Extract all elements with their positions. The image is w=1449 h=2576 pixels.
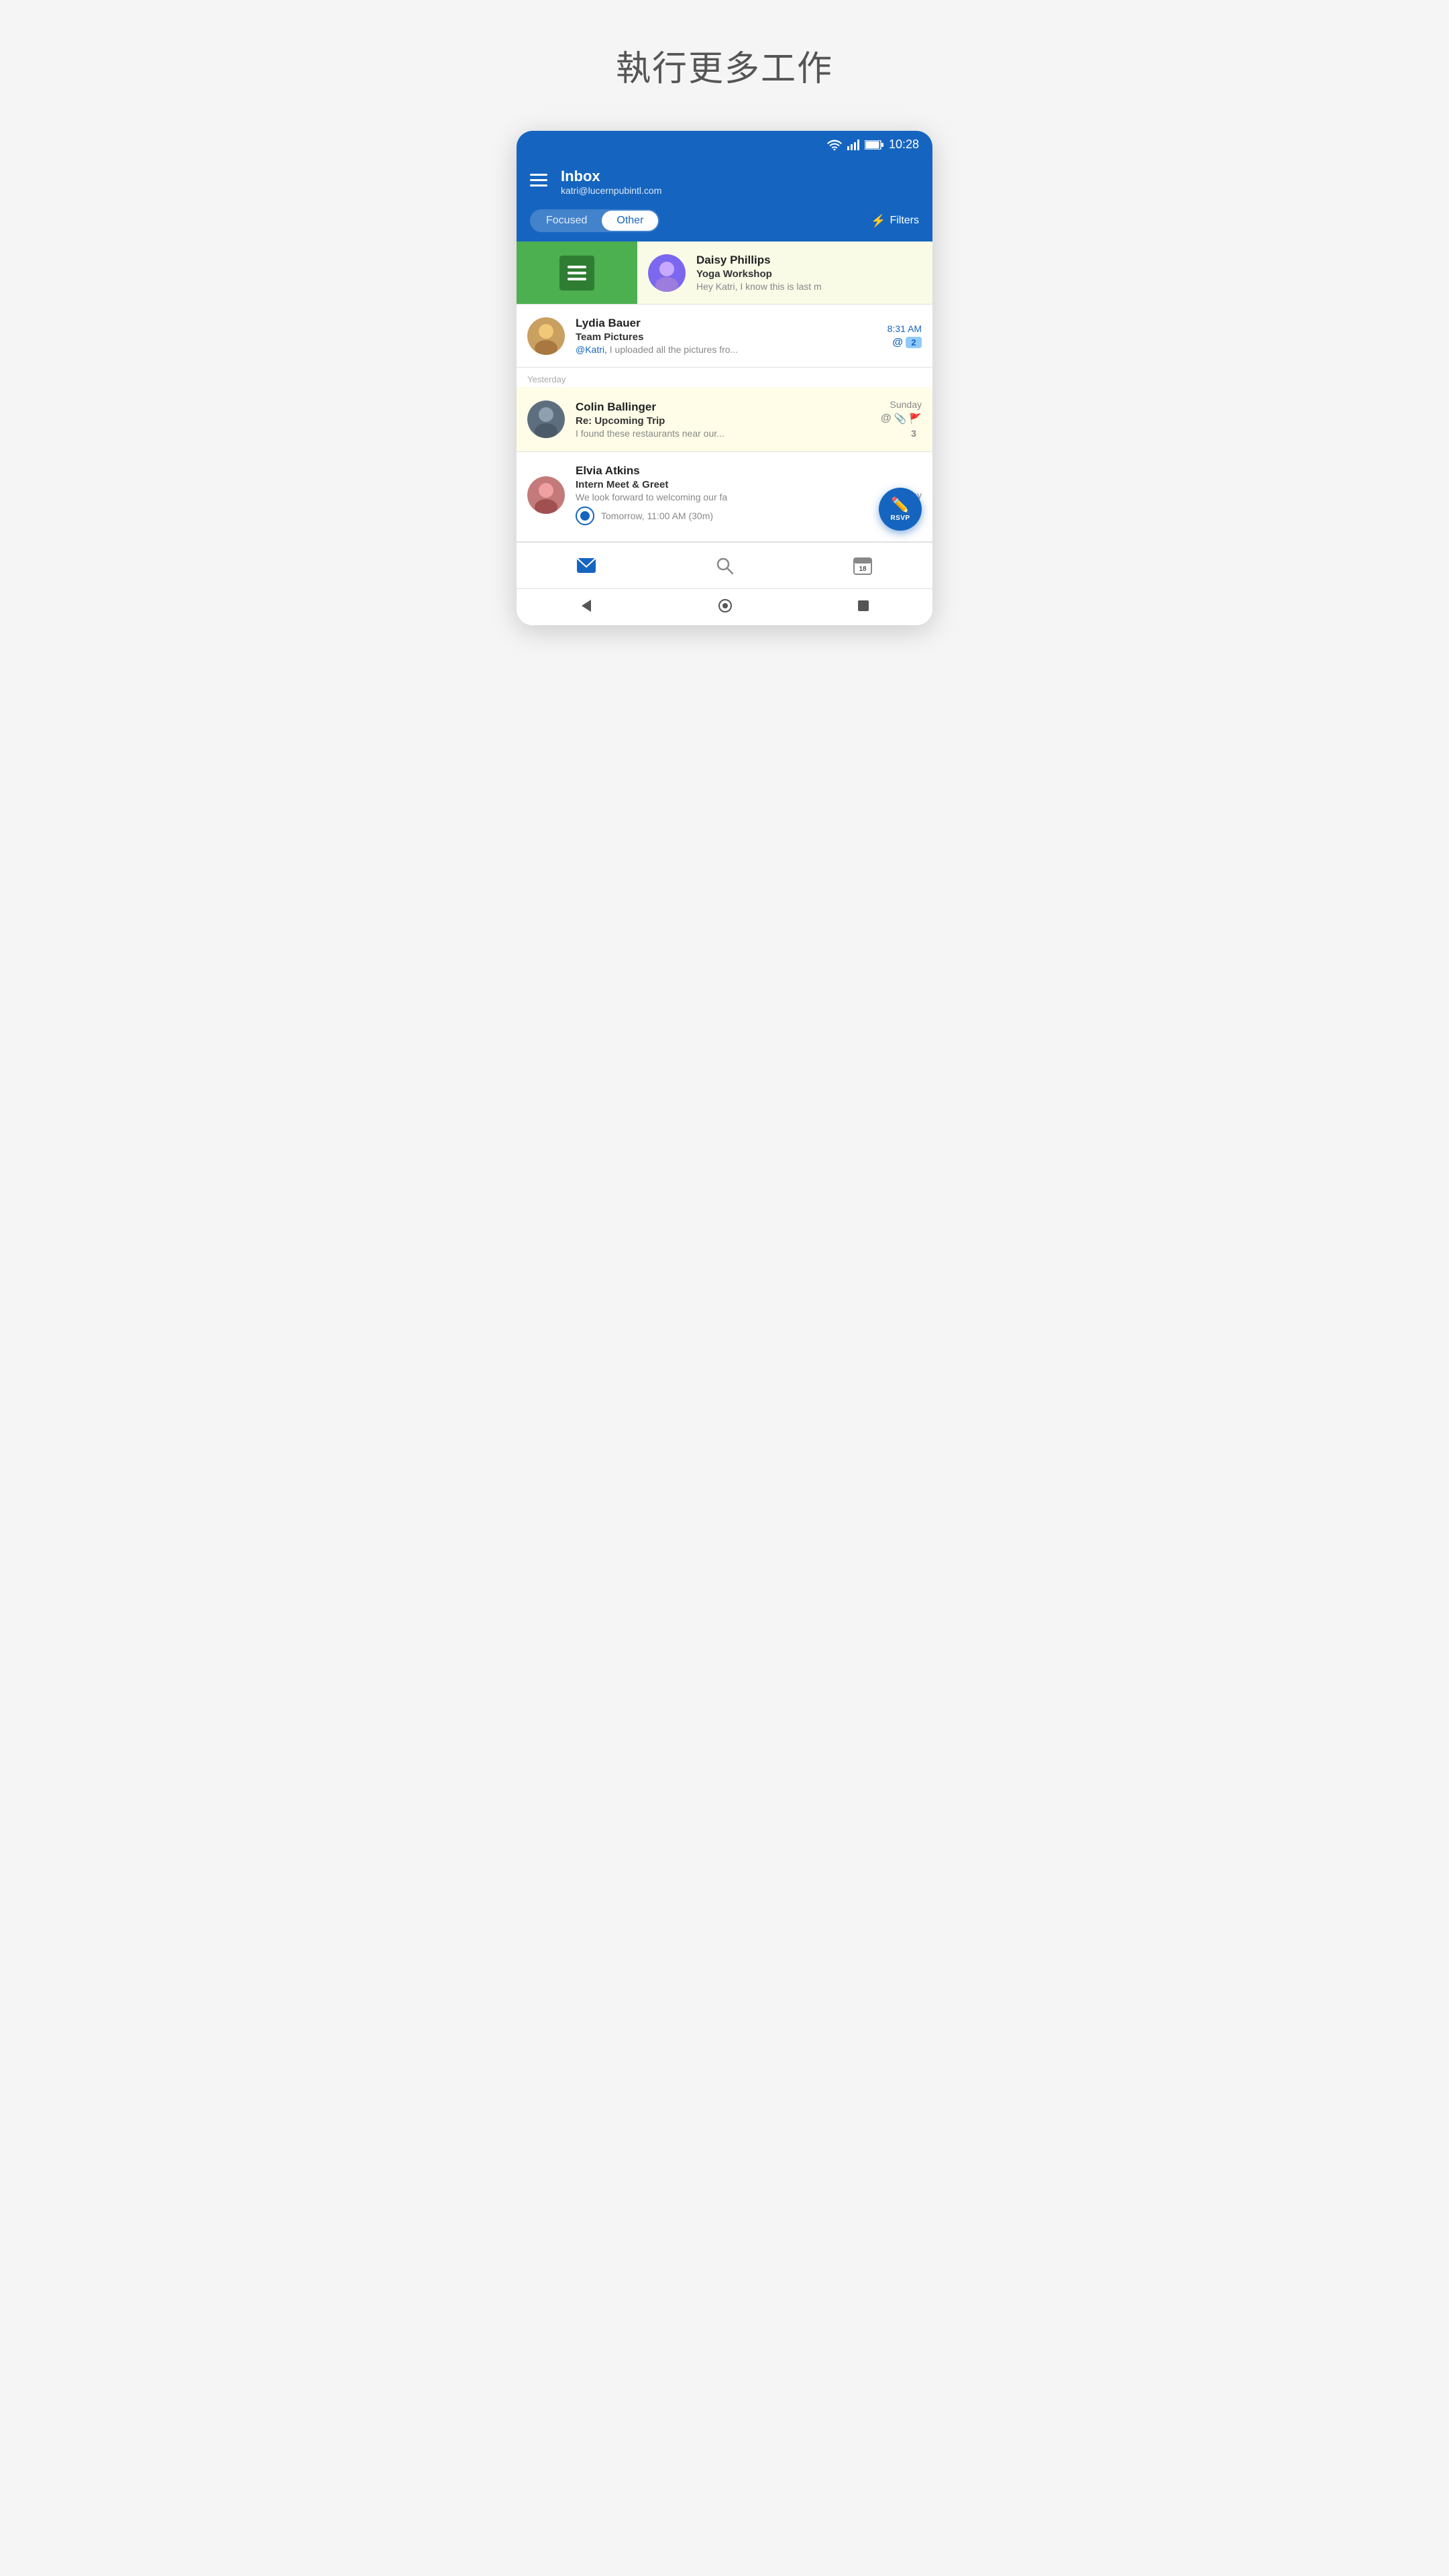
email-icons-lydia: @ 2 bbox=[892, 337, 922, 349]
filter-bolt-icon: ⚡ bbox=[871, 214, 885, 228]
hamburger-icon[interactable] bbox=[530, 174, 547, 190]
email-sender-daisy: Daisy Phillips bbox=[696, 254, 922, 267]
email-time-lydia: 8:31 AM bbox=[888, 323, 922, 334]
email-content-daisy: Daisy Phillips Yoga Workshop Hey Katri, … bbox=[637, 241, 932, 304]
count-badge-colin: 3 bbox=[906, 427, 922, 439]
email-item-lydia[interactable]: Lydia Bauer Team Pictures @Katri, I uplo… bbox=[517, 305, 932, 368]
email-subject-elvia: Intern Meet & Greet bbox=[576, 479, 879, 490]
calendar-event-icon bbox=[576, 506, 594, 525]
event-row-elvia: Tomorrow, 11:00 AM (30m) bbox=[576, 506, 879, 525]
at-icon-colin: @ bbox=[881, 413, 892, 425]
archive-icon bbox=[559, 256, 594, 290]
avatar-lydia bbox=[527, 317, 565, 355]
svg-text:18: 18 bbox=[859, 566, 867, 573]
email-item-daisy[interactable]: Daisy Phillips Yoga Workshop Hey Katri, … bbox=[517, 241, 932, 305]
avatar-daisy bbox=[648, 254, 686, 292]
email-item-colin[interactable]: Colin Ballinger Re: Upcoming Trip I foun… bbox=[517, 387, 932, 452]
pencil-icon: ✏️ bbox=[891, 496, 909, 514]
email-body-daisy: Daisy Phillips Yoga Workshop Hey Katri, … bbox=[696, 254, 922, 292]
email-sender-colin: Colin Ballinger bbox=[576, 400, 870, 414]
app-bar: Inbox katri@lucernpubintl.com bbox=[517, 158, 932, 203]
email-preview-colin: I found these restaurants near our... bbox=[576, 428, 870, 439]
email-preview-lydia: @Katri, I uploaded all the pictures fro.… bbox=[576, 344, 877, 355]
home-button[interactable] bbox=[718, 598, 733, 613]
status-bar: 10:28 bbox=[517, 131, 932, 158]
paperclip-icon-colin: 📎 bbox=[894, 413, 907, 425]
email-time-colin: Sunday bbox=[890, 399, 922, 410]
email-body-elvia: Elvia Atkins Intern Meet & Greet We look… bbox=[576, 464, 879, 525]
email-subject-lydia: Team Pictures bbox=[576, 331, 877, 343]
email-sender-lydia: Lydia Bauer bbox=[576, 317, 877, 330]
back-button[interactable] bbox=[579, 598, 594, 613]
flag-icon-colin: 🚩 bbox=[909, 413, 922, 425]
swipe-archive-action bbox=[517, 241, 637, 304]
system-nav bbox=[517, 588, 932, 625]
tab-other[interactable]: Other bbox=[602, 211, 658, 231]
inbox-title: Inbox bbox=[561, 168, 661, 185]
email-subject-colin: Re: Upcoming Trip bbox=[576, 415, 870, 427]
email-body-lydia: Lydia Bauer Team Pictures @Katri, I uplo… bbox=[576, 317, 877, 355]
status-time: 10:28 bbox=[889, 138, 919, 152]
inbox-email: katri@lucernpubintl.com bbox=[561, 185, 661, 196]
email-body-colin: Colin Ballinger Re: Upcoming Trip I foun… bbox=[576, 400, 870, 439]
tabs-group: Focused Other bbox=[530, 209, 659, 232]
event-time-elvia: Tomorrow, 11:00 AM (30m) bbox=[601, 511, 713, 521]
signal-icon bbox=[847, 140, 859, 150]
avatar-elvia bbox=[527, 476, 565, 514]
filters-label: Filters bbox=[890, 215, 919, 227]
rsvp-label: RSVP bbox=[890, 515, 910, 522]
email-item-elvia[interactable]: Elvia Atkins Intern Meet & Greet We look… bbox=[517, 452, 932, 542]
nav-search[interactable] bbox=[702, 553, 747, 578]
status-icons: 10:28 bbox=[827, 138, 919, 152]
mention-katri: @Katri, bbox=[576, 344, 607, 355]
battery-icon bbox=[865, 140, 883, 150]
bottom-nav: 18 bbox=[517, 542, 932, 588]
nav-calendar[interactable]: 18 bbox=[840, 552, 885, 579]
count-badge-lydia: 2 bbox=[906, 337, 922, 348]
rsvp-fab-button[interactable]: ✏️ RSVP bbox=[879, 488, 922, 531]
email-sender-elvia: Elvia Atkins bbox=[576, 464, 879, 478]
filters-button[interactable]: ⚡ Filters bbox=[871, 214, 919, 228]
nav-mail[interactable] bbox=[564, 554, 609, 577]
tabs-bar: Focused Other ⚡ Filters bbox=[517, 203, 932, 241]
email-meta-colin: Sunday @ 📎 🚩 3 bbox=[881, 399, 922, 439]
email-preview-daisy: Hey Katri, I know this is last m bbox=[696, 281, 922, 292]
email-icons-colin: @ 📎 🚩 bbox=[881, 413, 922, 425]
avatar-colin bbox=[527, 400, 565, 438]
email-preview-elvia: We look forward to welcoming our fa bbox=[576, 492, 879, 502]
email-meta-lydia: 8:31 AM @ 2 bbox=[888, 323, 922, 349]
wifi-icon bbox=[827, 140, 842, 150]
section-label-yesterday: Yesterday bbox=[517, 368, 932, 387]
page-title: 執行更多工作 bbox=[616, 40, 833, 91]
email-list: Daisy Phillips Yoga Workshop Hey Katri, … bbox=[517, 241, 932, 542]
at-mention-icon-lydia: @ bbox=[892, 337, 903, 349]
tab-focused[interactable]: Focused bbox=[531, 211, 602, 231]
email-subject-daisy: Yoga Workshop bbox=[696, 268, 922, 280]
recents-button[interactable] bbox=[857, 599, 870, 612]
email-preview-text-lydia: I uploaded all the pictures fro... bbox=[610, 344, 738, 355]
phone-frame: 10:28 Inbox katri@lucernpubintl.com Focu… bbox=[517, 131, 932, 625]
inbox-info: Inbox katri@lucernpubintl.com bbox=[561, 168, 661, 196]
